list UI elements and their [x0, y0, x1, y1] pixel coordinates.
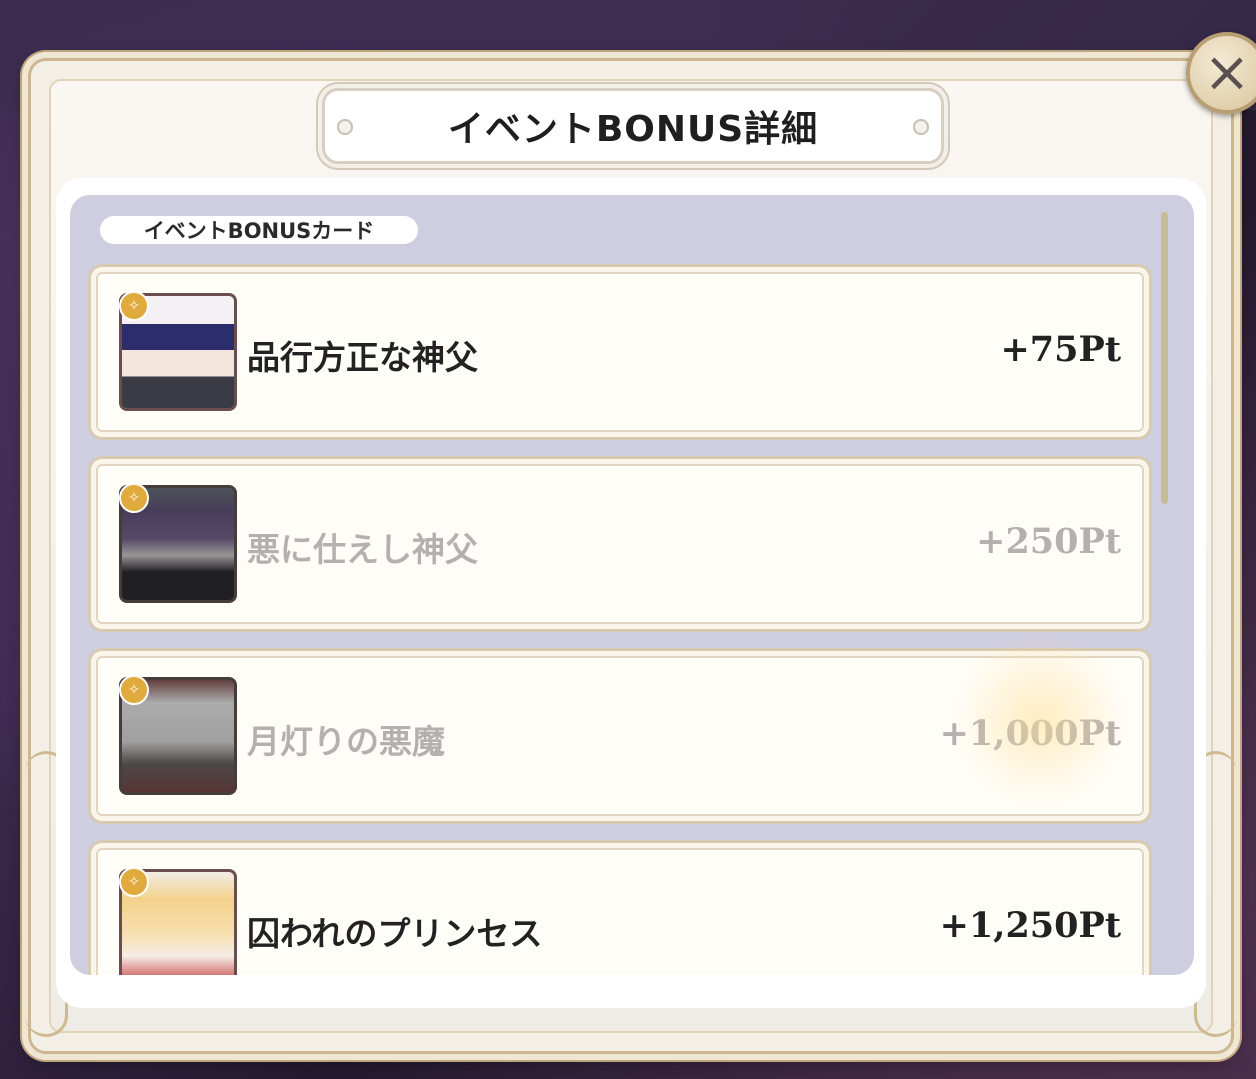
card-bonus-points: +1,000Pt [939, 713, 1121, 754]
dialog-title: イベントBONUS詳細 [447, 109, 819, 150]
bonus-card-item[interactable]: ✧ 月灯りの悪魔 +1,000Pt [88, 648, 1152, 824]
section-label: イベントBONUSカード [100, 216, 418, 244]
bonus-card-item[interactable]: ✧ 品行方正な神父 +75Pt [88, 264, 1152, 440]
rarity-badge-icon: ✧ [119, 675, 149, 705]
card-bonus-points: +250Pt [976, 521, 1121, 562]
card-name: 月灯りの悪魔 [247, 722, 445, 761]
close-icon: × [1203, 40, 1251, 105]
card-bonus-points: +75Pt [1000, 329, 1121, 370]
rarity-badge-icon: ✧ [119, 483, 149, 513]
plaque-ornament-right [913, 119, 929, 135]
dialog-title-plaque: イベントBONUS詳細 [322, 88, 944, 164]
plaque-ornament-left [337, 119, 353, 135]
bonus-card-item[interactable]: ✧ 悪に仕えし神父 +250Pt [88, 456, 1152, 632]
card-name: 悪に仕えし神父 [247, 530, 478, 569]
rarity-badge-icon: ✧ [119, 291, 149, 321]
card-name: 品行方正な神父 [247, 338, 478, 377]
list-scrollbar[interactable] [1161, 212, 1168, 504]
